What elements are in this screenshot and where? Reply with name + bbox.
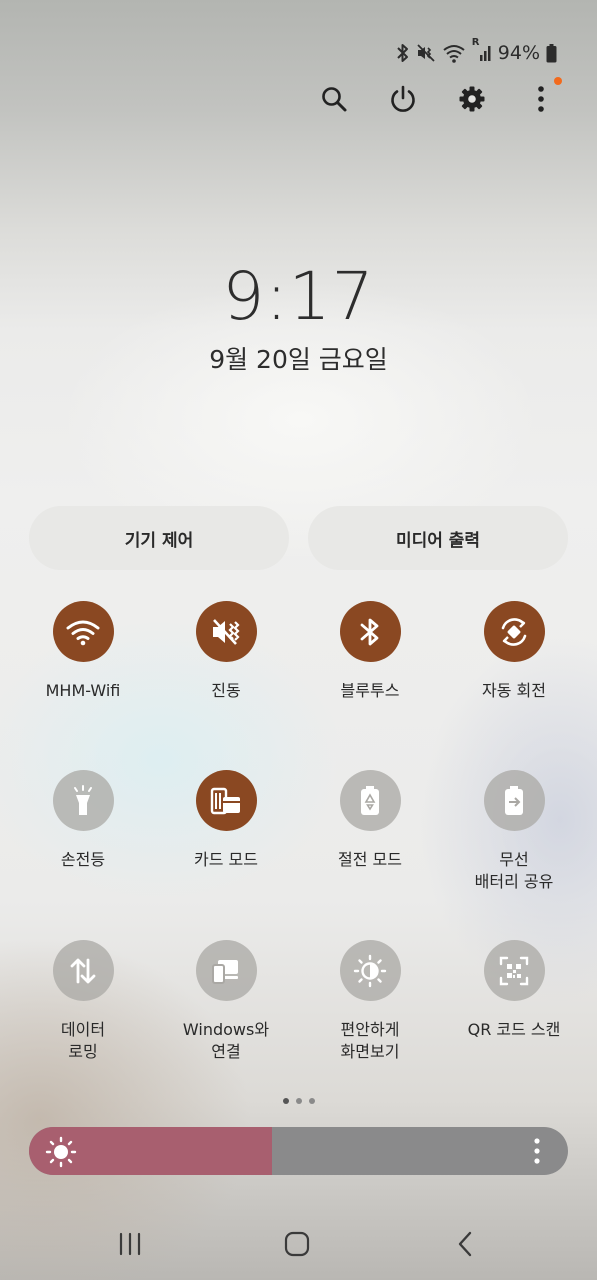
- tile-qr-scan-toggle[interactable]: [483, 940, 545, 1001]
- tile-vibrate-toggle[interactable]: [195, 601, 257, 662]
- brightness-options-button[interactable]: [525, 1136, 549, 1166]
- sun-icon: [45, 1136, 77, 1172]
- tile-qr-scan[interactable]: QR 코드 스캔: [444, 940, 584, 1041]
- more-vertical-icon: [538, 86, 544, 112]
- page-dot-active: [283, 1098, 289, 1104]
- recent-apps-button[interactable]: [105, 1222, 155, 1266]
- auto-rotate-icon: [501, 617, 527, 646]
- tile-data-roaming-toggle[interactable]: [52, 940, 114, 1001]
- tile-flashlight-toggle[interactable]: [52, 770, 114, 831]
- eye-comfort-icon: [353, 954, 387, 987]
- notification-dot: [554, 77, 562, 85]
- tile-label: 진동: [211, 681, 241, 700]
- tile-power-saving[interactable]: 절전 모드: [300, 770, 440, 871]
- settings-button[interactable]: [451, 78, 493, 120]
- qr-scan-icon: [499, 956, 529, 985]
- tile-label: 편안하게 화면보기: [340, 1020, 400, 1061]
- tile-label: 절전 모드: [338, 850, 402, 869]
- page-dot: [309, 1098, 315, 1104]
- media-output-button[interactable]: 미디어 출력: [308, 506, 568, 570]
- battery-percent: 94%: [497, 42, 540, 64]
- tile-link-to-windows[interactable]: Windows와 연결: [156, 940, 296, 1063]
- wifi-icon: [442, 43, 466, 63]
- clock-time[interactable]: 9:17: [0, 258, 597, 335]
- battery-icon: [546, 43, 557, 63]
- tile-power-saving-toggle[interactable]: [339, 770, 401, 831]
- home-button[interactable]: [272, 1222, 322, 1266]
- home-icon: [284, 1231, 310, 1257]
- search-button[interactable]: [313, 78, 355, 120]
- roaming-signal-icon: R: [472, 37, 492, 63]
- tile-wireless-power-share-toggle[interactable]: [483, 770, 545, 831]
- brightness-slider[interactable]: [29, 1127, 568, 1175]
- tile-card-mode-toggle[interactable]: [195, 770, 257, 831]
- tile-bluetooth[interactable]: 블루투스: [300, 601, 440, 702]
- tile-eye-comfort[interactable]: 편안하게 화면보기: [300, 940, 440, 1063]
- status-bar: R 94%: [396, 37, 557, 64]
- tile-auto-rotate-toggle[interactable]: [483, 601, 545, 662]
- recent-apps-icon: [119, 1232, 141, 1256]
- back-icon: [458, 1231, 472, 1257]
- tile-flashlight[interactable]: 손전등: [13, 770, 153, 871]
- search-icon: [322, 87, 347, 112]
- tile-bluetooth-toggle[interactable]: [339, 601, 401, 662]
- tile-label: 손전등: [60, 850, 106, 869]
- tile-wireless-power-share[interactable]: 무선 배터리 공유: [444, 770, 584, 893]
- data-roaming-icon: [70, 958, 96, 983]
- power-saving-icon: [361, 785, 379, 815]
- flashlight-icon: [74, 784, 92, 815]
- tile-label: 카드 모드: [194, 850, 258, 869]
- tile-label: 자동 회전: [482, 681, 546, 700]
- back-button[interactable]: [440, 1222, 490, 1266]
- card-mode-icon: [210, 787, 240, 814]
- gear-icon: [459, 86, 485, 112]
- wireless-power-share-icon: [505, 785, 523, 815]
- tile-auto-rotate[interactable]: 자동 회전: [444, 601, 584, 702]
- tile-label: 블루투스: [340, 681, 400, 700]
- bluetooth-icon: [360, 618, 379, 645]
- power-icon: [391, 85, 415, 112]
- more-vertical-icon: [534, 1138, 540, 1164]
- tile-label: 무선 배터리 공유: [474, 850, 554, 891]
- page-indicator: [283, 1098, 315, 1104]
- tile-wifi-toggle[interactable]: [52, 601, 114, 662]
- device-control-button[interactable]: 기기 제어: [29, 506, 289, 570]
- tile-label: QR 코드 스캔: [467, 1020, 561, 1039]
- vibrate-icon: [213, 618, 240, 645]
- power-button[interactable]: [382, 78, 424, 120]
- bluetooth-icon: [396, 43, 410, 63]
- tile-label: MHM-Wifi: [45, 681, 121, 700]
- link-to-windows-icon: [212, 959, 238, 984]
- tile-label: 데이터 로밍: [60, 1020, 106, 1061]
- tile-link-to-windows-toggle[interactable]: [195, 940, 257, 1001]
- mute-vibrate-icon: [416, 43, 436, 63]
- tile-data-roaming[interactable]: 데이터 로밍: [13, 940, 153, 1063]
- wifi-icon: [66, 620, 100, 645]
- tile-label: Windows와 연결: [182, 1020, 270, 1061]
- tile-eye-comfort-toggle[interactable]: [339, 940, 401, 1001]
- tile-card-mode[interactable]: 카드 모드: [156, 770, 296, 871]
- page-dot: [296, 1098, 302, 1104]
- clock-date[interactable]: 9월 20일 금요일: [0, 340, 597, 376]
- tile-wifi[interactable]: MHM-Wifi: [13, 601, 153, 702]
- tile-vibrate[interactable]: 진동: [156, 601, 296, 702]
